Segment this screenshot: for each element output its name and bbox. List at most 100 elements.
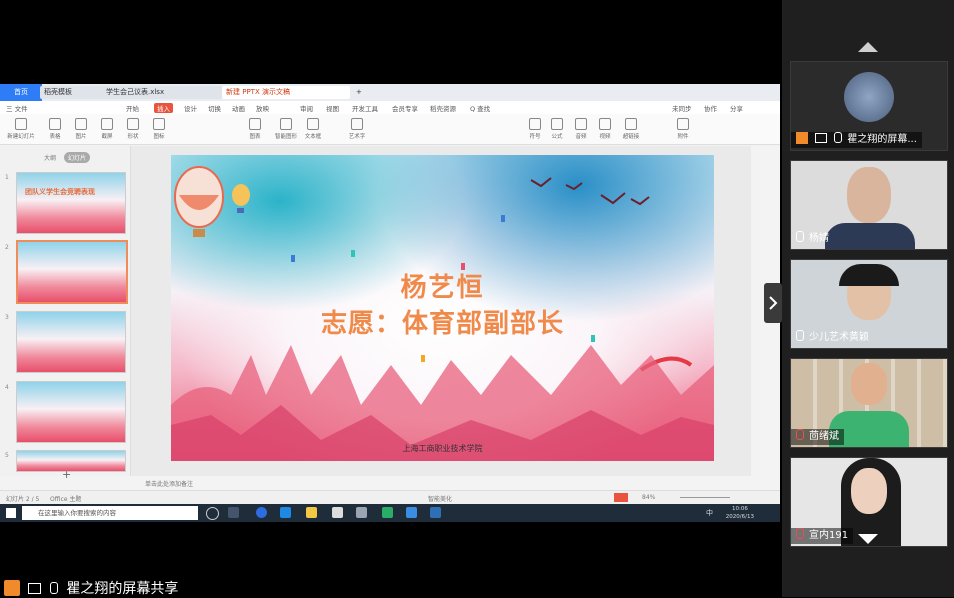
smart-graphic-button[interactable]: 智能图形	[272, 118, 300, 140]
share-button[interactable]: 分享	[730, 103, 743, 113]
slide-canvas[interactable]: 杨艺恒 志愿：体育部副部长 上海工商职业技术学院	[171, 155, 714, 461]
menu-review[interactable]: 审阅	[300, 103, 313, 113]
slide-thumbnail-1[interactable]: 团队义学生会竞聘表现	[16, 172, 126, 234]
avatar	[844, 72, 894, 122]
taskbar-search-input[interactable]: 在这里输入你要搜索的内容	[22, 506, 198, 520]
participant-panel: 瞿之翔的屏幕... 杨婧 少儿艺术黄颖 茴绪斌 宣内191	[782, 0, 954, 597]
notes-placeholder: 单击此处添加备注	[145, 481, 194, 488]
notes-area[interactable]: 单击此处添加备注	[131, 476, 780, 490]
video-icon	[599, 118, 611, 130]
store-icon[interactable]	[332, 507, 343, 518]
menu-home[interactable]: 开始	[126, 103, 139, 113]
textbox-button[interactable]: 文本框	[302, 118, 324, 140]
input-language[interactable]: 中	[706, 508, 713, 518]
participant-tile[interactable]: 瞿之翔的屏幕...	[790, 61, 948, 151]
add-slide-button[interactable]: +	[62, 468, 71, 481]
slide-editor: 杨艺恒 志愿：体育部副部长 上海工商职业技术学院	[131, 146, 751, 476]
wordart-button[interactable]: 艺术字	[346, 118, 368, 140]
small-balloon-icon	[232, 184, 250, 213]
slide-footer-school[interactable]: 上海工商职业技术学院	[171, 443, 714, 454]
ribbon-menu: 三 文件 开始 插入 设计 切换 动画 放映 审阅 视图 开发工具 会员专享 稻…	[0, 101, 780, 114]
menu-docer-resources[interactable]: 稻壳资源	[430, 103, 456, 113]
participant-tile[interactable]: 茴绪斌	[790, 358, 948, 448]
zoom-level[interactable]: 84%	[642, 494, 655, 501]
windows-start-icon[interactable]	[6, 508, 16, 518]
link-icon	[625, 118, 637, 130]
participant-video	[851, 363, 887, 405]
shape-icon	[127, 118, 139, 130]
browser-icon[interactable]	[256, 507, 267, 518]
new-slide-icon	[15, 118, 27, 130]
chart-icon	[249, 118, 261, 130]
microphone-icon	[834, 132, 843, 143]
edge-icon[interactable]	[280, 507, 291, 518]
hot-air-balloon-icon	[174, 166, 224, 237]
zoom-slider[interactable]	[680, 497, 730, 498]
participant-video	[851, 468, 887, 514]
slide-thumbnail-2[interactable]	[16, 240, 128, 304]
status-bar: 幻灯片 2 / 5 Office 主题 智能美化 84%	[0, 490, 780, 505]
menu-developer[interactable]: 开发工具	[352, 103, 378, 113]
smart-beautify-button[interactable]: 智能美化	[428, 494, 452, 503]
screenshot-button[interactable]: 截屏	[96, 118, 118, 140]
menu-design[interactable]: 设计	[184, 103, 197, 113]
outline-tab[interactable]: 大纲	[44, 153, 56, 162]
new-slide-button[interactable]: 新建幻灯片	[6, 118, 36, 140]
new-tab-button[interactable]: +	[352, 86, 370, 99]
participant-name: 宣内191	[809, 530, 849, 541]
tab-docer[interactable]: 稻壳模板	[40, 86, 106, 99]
shape-button[interactable]: 形状	[122, 118, 144, 140]
slide-thumbnail-3[interactable]	[16, 311, 126, 373]
menu-search[interactable]: Q 查找	[470, 103, 490, 113]
slide-thumbnail-4[interactable]	[16, 381, 126, 443]
video-button[interactable]: 视频	[594, 118, 616, 140]
menu-slideshow[interactable]: 放映	[256, 103, 269, 113]
icons-icon	[153, 118, 165, 130]
audio-button[interactable]: 音频	[570, 118, 592, 140]
menu-insert[interactable]: 插入	[154, 103, 173, 113]
formula-button[interactable]: 公式	[546, 118, 568, 140]
icon-button[interactable]: 图标	[148, 118, 170, 140]
participant-tile[interactable]: 少儿艺术黄颖	[790, 259, 948, 349]
menu-view[interactable]: 视图	[326, 103, 339, 113]
camera-icon[interactable]	[356, 507, 367, 518]
participant-tile[interactable]: 杨婧	[790, 160, 948, 250]
share-label-text: 瞿之翔的屏幕共享	[66, 581, 179, 597]
table-button[interactable]: 表格	[44, 118, 66, 140]
attachment-button[interactable]: 附件	[672, 118, 694, 140]
system-clock[interactable]: 10:06 2020/6/13	[726, 505, 754, 521]
cortana-icon[interactable]	[206, 507, 219, 520]
panel-toggle-button[interactable]	[764, 283, 782, 323]
slideshow-play-icon[interactable]	[614, 493, 628, 502]
screen-share-icon	[28, 583, 42, 594]
menu-member[interactable]: 会员专享	[392, 103, 418, 113]
thumb-number: 3	[5, 314, 9, 321]
slide-counter: 幻灯片 2 / 5	[6, 496, 40, 503]
sync-status[interactable]: 未同步	[672, 103, 692, 113]
file-explorer-icon[interactable]	[306, 507, 317, 518]
picture-button[interactable]: 图片	[70, 118, 92, 140]
chart-button[interactable]: 图表	[244, 118, 266, 140]
app-icon[interactable]	[430, 507, 441, 518]
meeting-icon[interactable]	[406, 507, 417, 518]
menu-animation[interactable]: 动画	[232, 103, 245, 113]
hyperlink-button[interactable]: 超链接	[620, 118, 642, 140]
menu-file[interactable]: 三 文件	[6, 103, 28, 113]
audio-icon	[575, 118, 587, 130]
slide-title-position[interactable]: 志愿：体育部副部长	[171, 303, 714, 340]
tab-presentation[interactable]: 新建 PPTX 演示文稿	[222, 86, 350, 99]
wechat-icon[interactable]	[382, 507, 393, 518]
slide-title-name[interactable]: 杨艺恒	[171, 267, 714, 304]
tab-spreadsheet[interactable]: 学生会己议表.xlsx	[102, 86, 222, 99]
participant-name: 瞿之翔的屏幕...	[847, 134, 917, 145]
microphone-muted-icon	[796, 528, 804, 539]
collaborate-button[interactable]: 协作	[704, 103, 717, 113]
menu-transition[interactable]: 切换	[208, 103, 221, 113]
home-tab[interactable]: 首页	[0, 84, 42, 101]
slides-tab[interactable]: 幻灯片	[64, 152, 91, 163]
symbol-button[interactable]: 符号	[524, 118, 546, 140]
slide-thumbnail-panel: 大纲 幻灯片 1 团队义学生会竞聘表现 2 3 4 5 +	[0, 146, 131, 481]
scroll-down-icon[interactable]	[858, 533, 878, 545]
task-view-icon[interactable]	[228, 507, 239, 518]
scroll-up-icon[interactable]	[858, 41, 878, 53]
